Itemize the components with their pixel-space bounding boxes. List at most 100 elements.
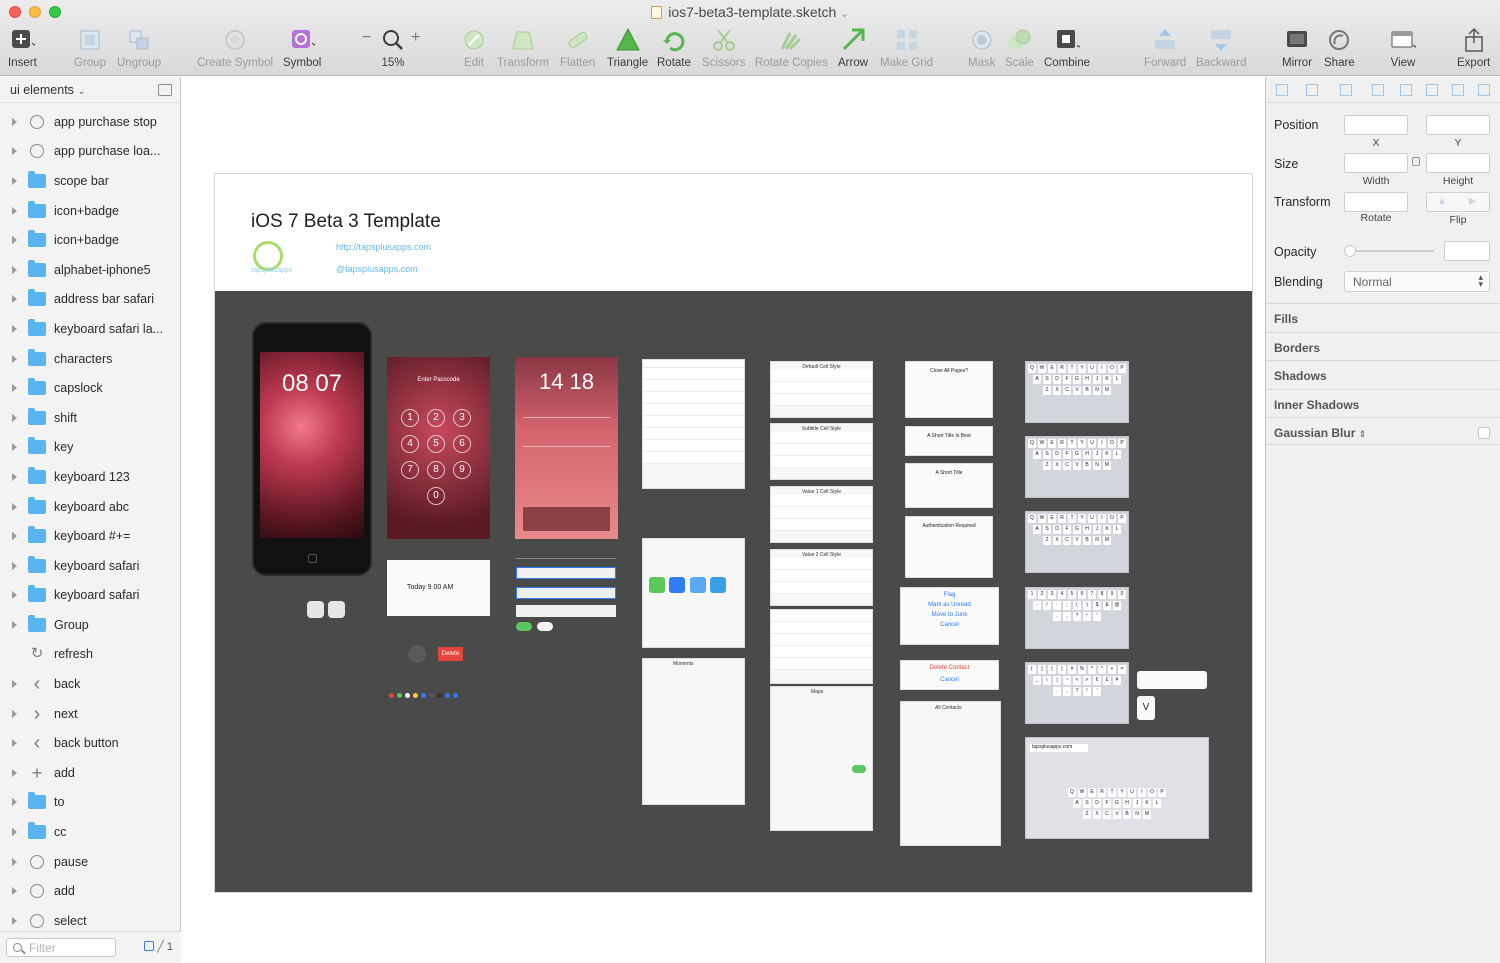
- mirror-button[interactable]: Mirror: [1282, 27, 1312, 69]
- disclosure-triangle-icon[interactable]: [12, 561, 17, 570]
- document-title[interactable]: ios7-beta3-template.sketch ⌄: [0, 4, 1500, 20]
- layer-row[interactable]: key: [0, 433, 181, 463]
- layer-row[interactable]: pause: [0, 847, 181, 877]
- transform-button[interactable]: Transform: [497, 27, 549, 69]
- flatten-button[interactable]: Flatten: [560, 27, 595, 69]
- chevron-updown-icon[interactable]: ⇕: [1359, 429, 1367, 439]
- opacity-input[interactable]: [1444, 241, 1490, 261]
- rotate-button[interactable]: Rotate: [657, 27, 691, 69]
- gaussian-blur-checkbox[interactable]: [1478, 427, 1490, 439]
- layer-row[interactable]: keyboard abc: [0, 492, 181, 522]
- copy-icon[interactable]: [144, 941, 155, 951]
- lock-proportions-icon[interactable]: [1412, 157, 1420, 166]
- disclosure-triangle-icon[interactable]: [12, 857, 17, 866]
- layer-row[interactable]: characters: [0, 344, 181, 374]
- disclosure-triangle-icon[interactable]: [12, 709, 17, 718]
- mask-button[interactable]: Mask: [968, 27, 995, 69]
- layer-filter-input[interactable]: Filter: [6, 938, 116, 957]
- gaussian-blur-section[interactable]: Gaussian Blur ⇕: [1266, 417, 1500, 445]
- height-input[interactable]: [1426, 153, 1490, 173]
- disclosure-triangle-icon[interactable]: [12, 502, 17, 511]
- disclosure-triangle-icon[interactable]: [12, 413, 17, 422]
- borders-section[interactable]: Borders: [1266, 332, 1500, 360]
- disclosure-triangle-icon[interactable]: [12, 236, 17, 245]
- group-button[interactable]: Group: [74, 27, 106, 69]
- make-grid-button[interactable]: Make Grid: [880, 27, 933, 69]
- position-y-input[interactable]: [1426, 115, 1490, 135]
- disclosure-triangle-icon[interactable]: [12, 384, 17, 393]
- zoom-out-button[interactable]: −: [362, 29, 371, 47]
- layer-row[interactable]: alphabet-iphone5: [0, 255, 181, 285]
- combine-button[interactable]: Combine: [1044, 27, 1090, 69]
- layer-row[interactable]: icon+badge: [0, 196, 181, 226]
- insert-button[interactable]: Insert: [8, 27, 37, 69]
- disclosure-triangle-icon[interactable]: [12, 798, 17, 807]
- layer-row[interactable]: keyboard safari: [0, 551, 181, 581]
- disclosure-triangle-icon[interactable]: [12, 472, 17, 481]
- inner-shadows-section[interactable]: Inner Shadows: [1266, 389, 1500, 417]
- layer-row[interactable]: app purchase loa...: [0, 137, 181, 167]
- collapse-sidebar-icon[interactable]: [158, 84, 172, 96]
- forward-button[interactable]: Forward: [1144, 27, 1186, 69]
- align-top-icon[interactable]: [1372, 84, 1384, 96]
- layer-row[interactable]: to: [0, 788, 181, 818]
- scissors-button[interactable]: Scissors: [702, 27, 745, 69]
- template-preview-area[interactable]: 08 07 Enter Passcode 1 2 34 5 67 8 90 14 18 T: [215, 291, 1252, 892]
- shadows-section[interactable]: Shadows: [1266, 360, 1500, 388]
- backward-button[interactable]: Backward: [1196, 27, 1247, 69]
- align-bottom-icon[interactable]: [1426, 84, 1438, 96]
- layer-row[interactable]: keyboard safari la...: [0, 314, 181, 344]
- layer-row[interactable]: shift: [0, 403, 181, 433]
- width-input[interactable]: [1344, 153, 1408, 173]
- rotate-input[interactable]: [1344, 192, 1408, 212]
- layer-row[interactable]: capslock: [0, 373, 181, 403]
- slice-icon[interactable]: ╱: [157, 941, 164, 953]
- layer-row[interactable]: address bar safari: [0, 285, 181, 315]
- edit-button[interactable]: Edit: [461, 27, 487, 69]
- layer-row[interactable]: keyboard safari: [0, 581, 181, 611]
- align-center-icon[interactable]: [1306, 84, 1318, 96]
- layer-row[interactable]: scope bar: [0, 166, 181, 196]
- disclosure-triangle-icon[interactable]: [12, 532, 17, 541]
- disclosure-triangle-icon[interactable]: [12, 768, 17, 777]
- disclosure-triangle-icon[interactable]: [12, 828, 17, 837]
- align-right-icon[interactable]: [1340, 84, 1352, 96]
- disclosure-triangle-icon[interactable]: [12, 887, 17, 896]
- share-button[interactable]: Share: [1324, 27, 1355, 69]
- flip-vertical-icon[interactable]: ▶: [1469, 196, 1477, 207]
- fills-section[interactable]: Fills: [1266, 303, 1500, 331]
- disclosure-triangle-icon[interactable]: [12, 680, 17, 689]
- rotate-copies-button[interactable]: Rotate Copies: [755, 27, 828, 69]
- disclosure-triangle-icon[interactable]: [12, 739, 17, 748]
- zoom-control[interactable]: − + 15%: [362, 27, 424, 69]
- artboard[interactable]: iOS 7 Beta 3 Template tapsplusapps http:…: [214, 173, 1253, 893]
- distribute-horizontal-icon[interactable]: [1452, 84, 1464, 96]
- zoom-in-button[interactable]: +: [411, 29, 420, 47]
- page-selector[interactable]: ui elements ⌄: [0, 77, 180, 103]
- disclosure-triangle-icon[interactable]: [12, 265, 17, 274]
- disclosure-triangle-icon[interactable]: [12, 916, 17, 925]
- layer-row[interactable]: + add: [0, 758, 181, 788]
- disclosure-triangle-icon[interactable]: [12, 117, 17, 126]
- arrow-button[interactable]: Arrow: [838, 27, 868, 69]
- flip-horizontal-icon[interactable]: ▲: [1437, 196, 1447, 207]
- disclosure-triangle-icon[interactable]: [12, 443, 17, 452]
- canvas[interactable]: iOS 7 Beta 3 Template tapsplusapps http:…: [182, 77, 1265, 963]
- layer-row[interactable]: keyboard #+=: [0, 521, 181, 551]
- opacity-slider[interactable]: [1344, 245, 1434, 257]
- distribute-vertical-icon[interactable]: [1478, 84, 1490, 96]
- disclosure-triangle-icon[interactable]: [12, 206, 17, 215]
- align-left-icon[interactable]: [1276, 84, 1288, 96]
- layer-row[interactable]: add: [0, 876, 181, 906]
- disclosure-triangle-icon[interactable]: [12, 295, 17, 304]
- create-symbol-button[interactable]: Create Symbol: [197, 27, 273, 69]
- blending-select[interactable]: Normal ▴ ▾: [1344, 271, 1490, 292]
- align-middle-icon[interactable]: [1400, 84, 1412, 96]
- triangle-button[interactable]: Triangle: [607, 27, 648, 69]
- disclosure-triangle-icon[interactable]: [12, 147, 17, 156]
- disclosure-triangle-icon[interactable]: [12, 176, 17, 185]
- disclosure-triangle-icon[interactable]: [12, 354, 17, 363]
- layer-row[interactable]: Group: [0, 610, 181, 640]
- scale-button[interactable]: Scale: [1005, 27, 1034, 69]
- layer-row[interactable]: ↻ refresh: [0, 640, 181, 670]
